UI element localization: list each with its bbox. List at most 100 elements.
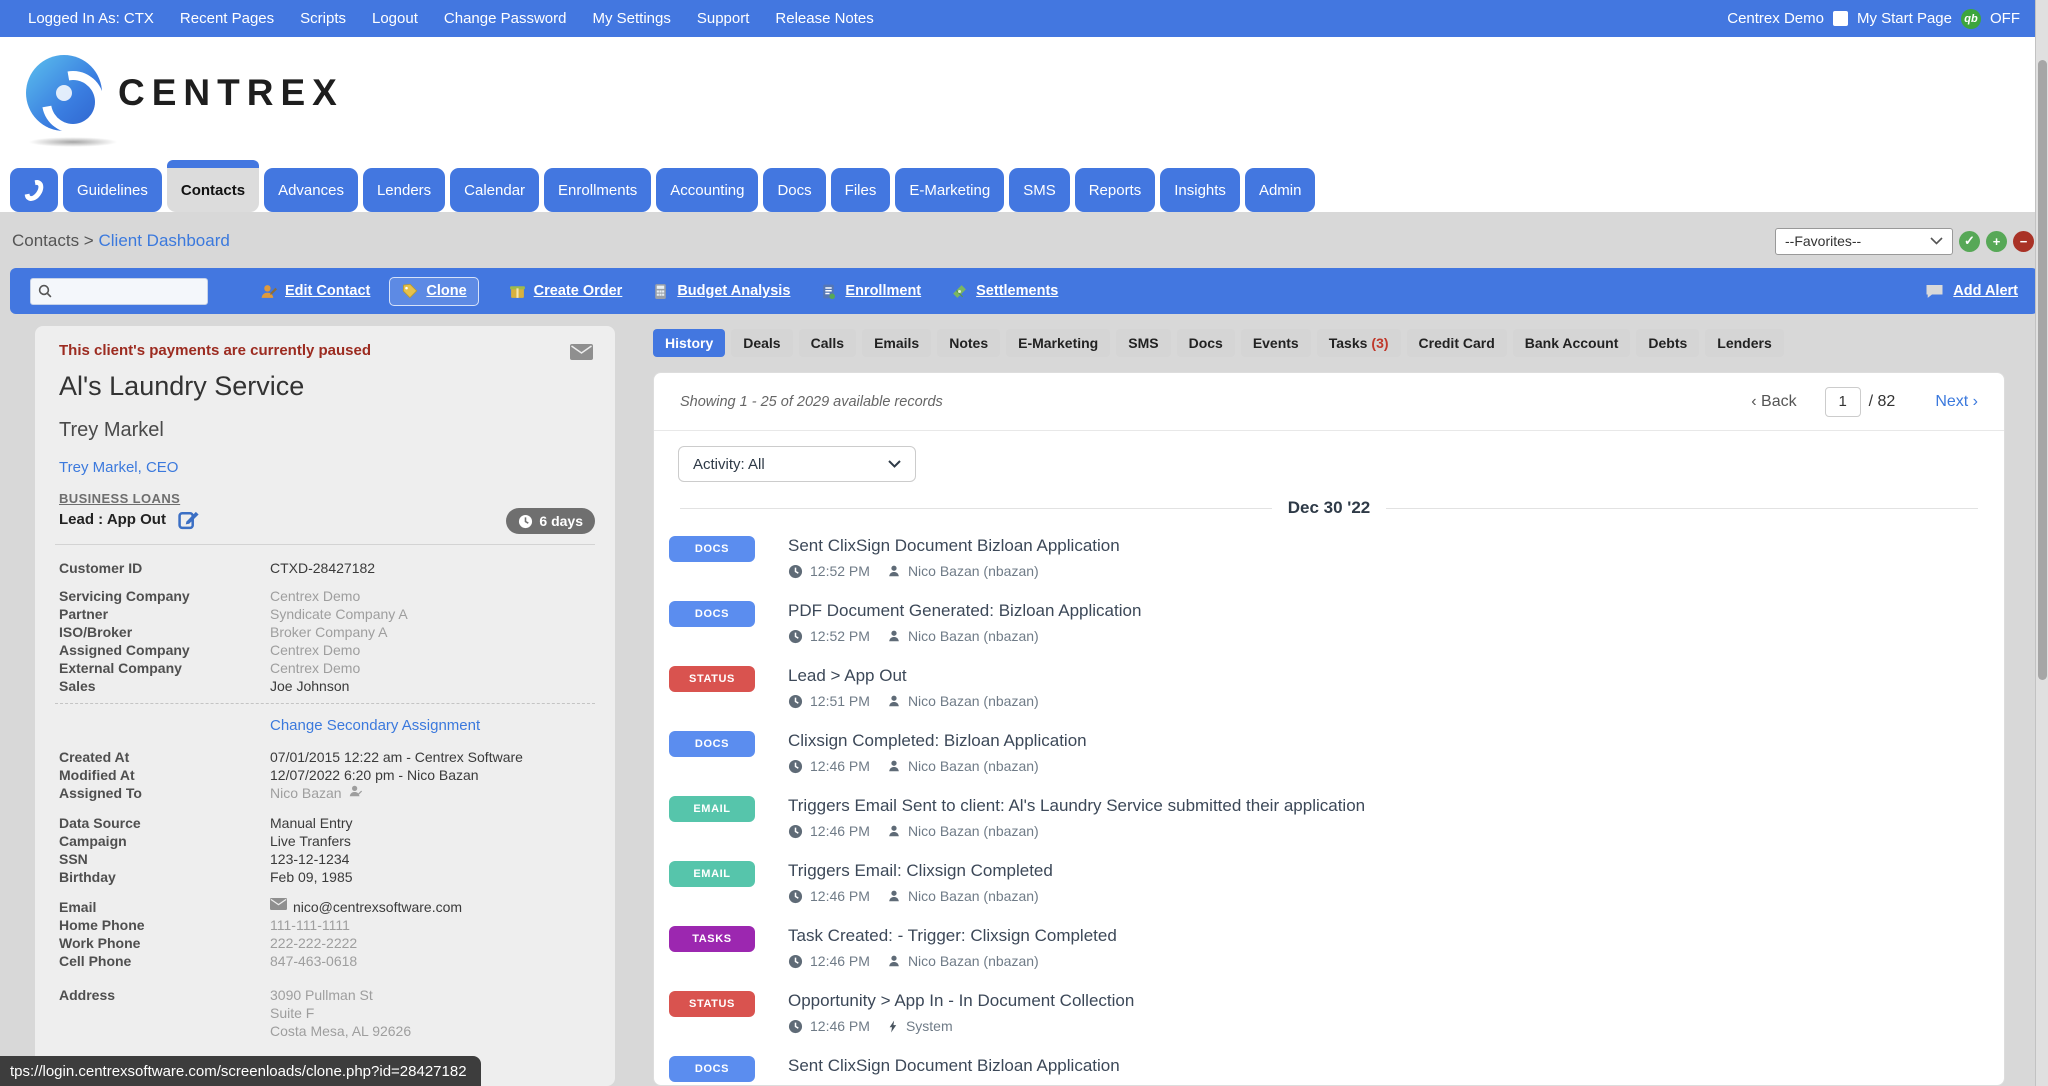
envelope-icon [270,898,287,910]
nav-tab-guidelines[interactable]: Guidelines [63,168,162,212]
topbar-link-change-password[interactable]: Change Password [444,10,567,27]
tab-events[interactable]: Events [1241,329,1311,357]
field-value-text: Centrex Demo [270,587,360,605]
clone-button[interactable]: Clone [389,277,478,306]
tab-emails[interactable]: Emails [862,329,931,357]
tab-debts[interactable]: Debts [1636,329,1699,357]
favorites-select[interactable]: --Favorites-- [1775,228,1953,255]
create-order-label: Create Order [534,283,623,299]
days-in-stage-value: 6 days [539,513,583,529]
topbar-link-scripts[interactable]: Scripts [300,10,346,27]
search-box[interactable] [30,278,208,305]
timeline-entry-content: Opportunity > App In - In Document Colle… [788,991,1134,1052]
back-button[interactable]: ‹ Back [1751,393,1796,411]
budget-analysis-button[interactable]: Budget Analysis [652,283,790,300]
tab-bank-account[interactable]: Bank Account [1513,329,1631,357]
topbar-link-my-settings[interactable]: My Settings [592,10,670,27]
nav-tab-admin[interactable]: Admin [1245,168,1316,212]
tab-credit-card[interactable]: Credit Card [1407,329,1507,357]
field-value: Centrex Demo [270,641,591,659]
nav-tab-accounting[interactable]: Accounting [656,168,758,212]
timeline-entry-title[interactable]: Lead > App Out [788,666,1039,686]
tab-calls[interactable]: Calls [799,329,856,357]
timeline-entry-title[interactable]: Triggers Email: Clixsign Completed [788,861,1053,881]
nav-tab-sms[interactable]: SMS [1009,168,1070,212]
settlements-button[interactable]: Settlements [951,283,1058,300]
edit-stage-icon[interactable] [178,509,199,530]
client-contact-link[interactable]: Trey Markel, CEO [59,459,591,476]
search-input[interactable] [58,283,198,299]
nav-tab-e-marketing[interactable]: E-Marketing [895,168,1004,212]
tab-deals[interactable]: Deals [731,329,792,357]
timeline-entry-meta: 12:51 PMNico Bazan (nbazan) [788,693,1039,709]
field-label: Servicing Company [59,587,270,605]
field-row-work-phone: Work Phone222-222-2222 [59,934,591,952]
topbar-link-logged-in-as-ctx[interactable]: Logged In As: CTX [28,10,154,27]
clock-icon [788,564,803,579]
field-value-text: Centrex Demo [270,641,360,659]
timeline-entry-title[interactable]: Clixsign Completed: Bizloan Application [788,731,1087,751]
nav-tab-docs[interactable]: Docs [763,168,825,212]
enrollment-icon [820,283,837,300]
field-row-birthday: BirthdayFeb 09, 1985 [59,868,591,886]
favorites-apply-icon[interactable]: ✓ [1959,231,1980,252]
enrollment-label: Enrollment [845,283,921,299]
nav-tab-enrollments[interactable]: Enrollments [544,168,651,212]
next-button[interactable]: Next › [1935,393,1978,411]
timeline-entry-title[interactable]: PDF Document Generated: Bizloan Applicat… [788,601,1141,621]
tab-tasks[interactable]: Tasks (3) [1317,329,1401,357]
timeline-entry-title[interactable]: Triggers Email Sent to client: Al's Laun… [788,796,1365,816]
quickbooks-icon[interactable]: qb [1961,9,1981,29]
tab-e-marketing[interactable]: E-Marketing [1006,329,1110,357]
timeline-entry-content: PDF Document Generated: Bizloan Applicat… [788,601,1141,662]
topbar-link-release-notes[interactable]: Release Notes [775,10,873,27]
nav-tab-reports[interactable]: Reports [1075,168,1156,212]
timeline-entry-title[interactable]: Task Created: - Trigger: Clixsign Comple… [788,926,1117,946]
field-label: Cell Phone [59,952,270,970]
favorites-add-icon[interactable]: + [1986,231,2007,252]
nav-tab-advances[interactable]: Advances [264,168,358,212]
edit-contact-button[interactable]: Edit Contact [260,283,370,300]
topbar-link-support[interactable]: Support [697,10,750,27]
tab-lenders[interactable]: Lenders [1705,329,1783,357]
date-header: Dec 30 '22 [1288,498,1371,518]
page-scrollbar[interactable] [2035,0,2048,1086]
nav-tab-calendar[interactable]: Calendar [450,168,539,212]
timeline-entry-title[interactable]: Opportunity > App In - In Document Colle… [788,991,1134,1011]
enrollment-button[interactable]: Enrollment [820,283,921,300]
field-label: Sales [59,677,270,695]
favorites-remove-icon[interactable]: − [2013,231,2034,252]
add-alert-button[interactable]: Add Alert [1925,283,2018,299]
my-start-page-checkbox[interactable] [1833,11,1848,26]
quickbooks-status[interactable]: OFF [1990,10,2020,27]
field-value-text: 07/01/2015 12:22 am - Centrex Software [270,748,523,766]
timeline-entry-time: 12:46 PM [810,823,870,839]
topbar-link-recent-pages[interactable]: Recent Pages [180,10,274,27]
nav-tab-lenders[interactable]: Lenders [363,168,445,212]
field-value: Live Tranfers [270,832,591,850]
breadcrumb-section[interactable]: Contacts > [12,231,94,250]
nav-tab-home[interactable] [10,168,58,212]
page-number-input[interactable] [1825,387,1861,417]
nav-tab-insights[interactable]: Insights [1160,168,1240,212]
scrollbar-thumb[interactable] [2038,60,2047,680]
program-label[interactable]: BUSINESS LOANS [59,491,591,506]
topbar-link-logout[interactable]: Logout [372,10,418,27]
timeline-entry-title[interactable]: Sent ClixSign Document Bizloan Applicati… [788,536,1120,556]
field-value: 07/01/2015 12:22 am - Centrex Software [270,748,591,766]
tab-docs[interactable]: Docs [1177,329,1235,357]
nav-tab-contacts[interactable]: Contacts [167,168,259,212]
change-secondary-assignment-link[interactable]: Change Secondary Assignment [270,717,591,734]
activity-filter-select[interactable]: Activity: All [678,446,916,482]
payments-paused-alert: This client's payments are currently pau… [59,342,591,359]
field-label: Assigned To [59,784,270,802]
nav-tab-files[interactable]: Files [831,168,891,212]
breadcrumb-row: Contacts > Client Dashboard --Favorites-… [12,224,2034,258]
tab-history[interactable]: History [653,329,725,357]
email-client-icon[interactable] [570,344,593,360]
timeline-entry-title[interactable]: Sent ClixSign Document Bizloan Applicati… [788,1056,1120,1076]
tab-notes[interactable]: Notes [937,329,1000,357]
tab-sms[interactable]: SMS [1116,329,1170,357]
create-order-button[interactable]: Create Order [509,283,623,300]
field-label: Assigned Company [59,641,270,659]
